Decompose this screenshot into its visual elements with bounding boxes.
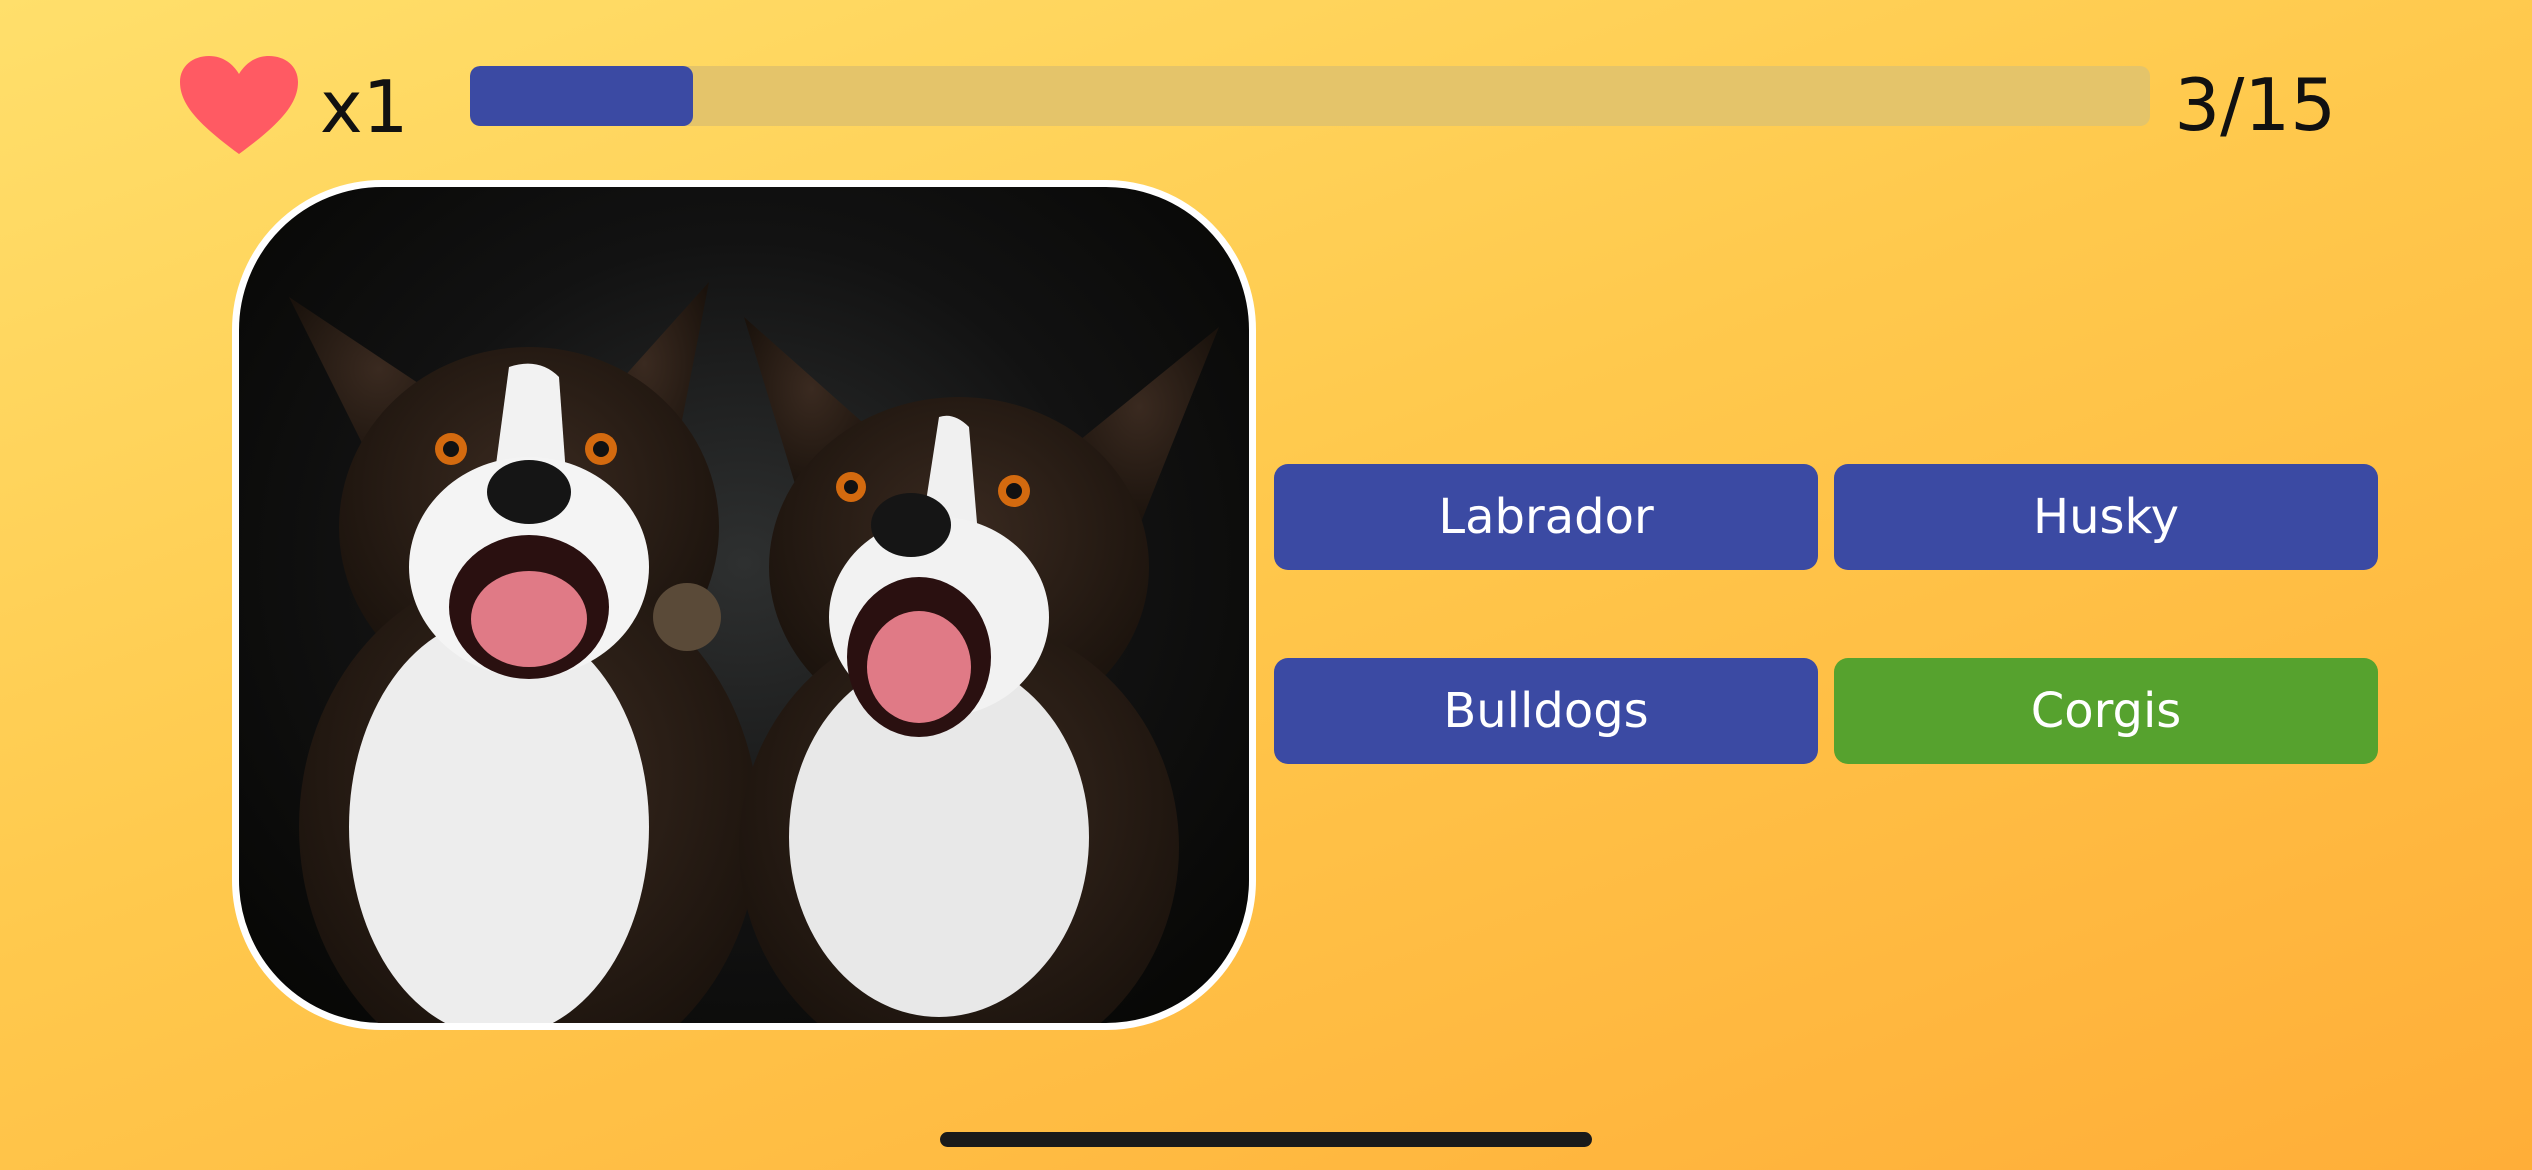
answer-button-husky[interactable]: Husky bbox=[1834, 464, 2378, 570]
corgi-photo bbox=[289, 282, 1219, 1023]
question-counter: 3/15 bbox=[2174, 63, 2336, 147]
home-indicator[interactable] bbox=[940, 1132, 1592, 1147]
answer-grid: Labrador Husky Bulldogs Corgis bbox=[1274, 464, 2378, 764]
progress-bar-fill bbox=[470, 66, 694, 126]
question-image bbox=[232, 180, 1256, 1030]
answer-button-labrador[interactable]: Labrador bbox=[1274, 464, 1818, 570]
heart-icon bbox=[178, 54, 300, 158]
lives-count: x1 bbox=[320, 65, 409, 149]
answer-button-corgis[interactable]: Corgis bbox=[1834, 658, 2378, 764]
progress-bar bbox=[470, 66, 2150, 126]
answer-button-bulldogs[interactable]: Bulldogs bbox=[1274, 658, 1818, 764]
